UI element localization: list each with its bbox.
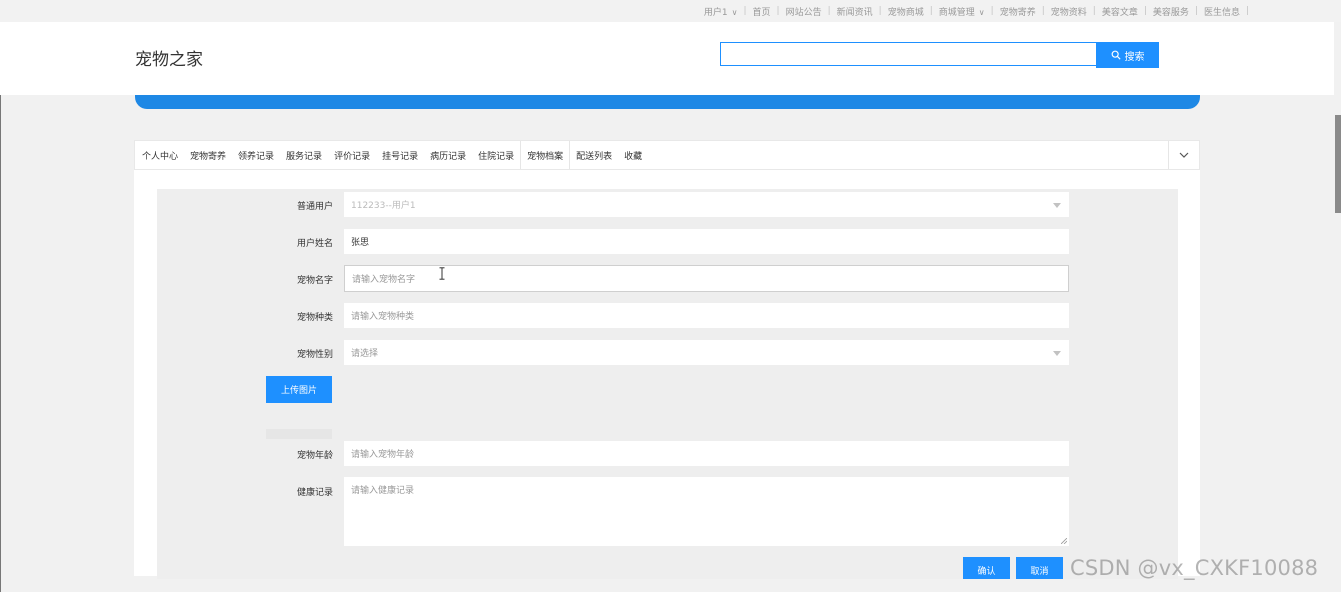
scrollbar-thumb[interactable] [1335, 115, 1341, 213]
nav-foster[interactable]: 宠物寄养 [994, 5, 1042, 18]
scrollbar-track[interactable] [1334, 22, 1341, 592]
user-menu[interactable]: 用户1 ∨ [698, 5, 744, 18]
tab-delivery-list[interactable]: 配送列表 [570, 141, 618, 169]
pet-age-input[interactable]: 请输入宠物年龄 [344, 441, 1069, 466]
health-record-label: 健康记录 [296, 488, 333, 498]
pet-age-label: 宠物年龄 [296, 451, 333, 461]
tab-bar: 个人中心 宠物寄养 领养记录 服务记录 评价记录 挂号记录 病历记录 住院记录 … [134, 140, 1200, 170]
pet-name-input[interactable]: 请输入宠物名字 [344, 265, 1069, 292]
nav-mall[interactable]: 宠物商城 [882, 5, 930, 18]
username-field[interactable]: 张思 [344, 229, 1069, 254]
health-record-placeholder: 请输入健康记录 [351, 486, 415, 496]
nav-mall-manage[interactable]: 商城管理 ∨ [933, 5, 991, 18]
site-title[interactable]: 宠物之家 [135, 45, 203, 70]
confirm-button[interactable]: 确认 [963, 557, 1010, 579]
banner-strip [135, 95, 1200, 109]
tab-registration-records[interactable]: 挂号记录 [376, 141, 424, 169]
pet-type-label: 宠物种类 [296, 313, 333, 323]
watermark: CSDN @vx_CXKF10088 [1070, 556, 1319, 580]
nav-home[interactable]: 首页 [747, 5, 777, 18]
pet-gender-placeholder: 请选择 [351, 349, 379, 359]
user-menu-label: 用户1 [703, 7, 728, 18]
search-button-label: 搜索 [1124, 51, 1145, 63]
nav-mall-manage-label: 商城管理 [938, 7, 975, 18]
username-label: 用户姓名 [296, 239, 333, 249]
pet-name-label: 宠物名字 [296, 276, 333, 286]
caret-down-icon [1053, 351, 1061, 356]
upload-image-button[interactable]: 上传图片 [266, 376, 332, 403]
search-button[interactable]: 搜索 [1096, 42, 1159, 68]
divider: | [1245, 6, 1249, 16]
pet-gender-label: 宠物性别 [296, 350, 333, 360]
tab-pet-archive[interactable]: 宠物档案 [520, 141, 571, 169]
search-icon [1111, 50, 1121, 60]
header: 宠物之家 搜索 [0, 22, 1341, 95]
tab-adoption-records[interactable]: 领养记录 [232, 141, 280, 169]
chevron-down-icon: ∨ [978, 7, 985, 17]
text-cursor-icon [439, 267, 445, 280]
tab-hospital-records[interactable]: 住院记录 [472, 141, 520, 169]
user-select[interactable]: 112233--用户1 [344, 192, 1069, 217]
tab-review-records[interactable]: 评价记录 [328, 141, 376, 169]
caret-down-icon [1053, 203, 1061, 208]
tab-more-button[interactable] [1168, 141, 1199, 169]
search-input[interactable] [720, 42, 1096, 66]
pet-type-input[interactable]: 请输入宠物种类 [344, 303, 1069, 328]
nav-doctor[interactable]: 医生信息 [1198, 5, 1246, 18]
nav-notice[interactable]: 网站公告 [780, 5, 828, 18]
tab-favorites[interactable]: 收藏 [618, 141, 648, 169]
tab-service-records[interactable]: 服务记录 [280, 141, 328, 169]
cancel-button[interactable]: 取消 [1016, 557, 1063, 579]
tab-list: 个人中心 宠物寄养 领养记录 服务记录 评价记录 挂号记录 病历记录 住院记录 … [136, 141, 648, 169]
nav-news[interactable]: 新闻资讯 [831, 5, 879, 18]
user-select-value: 112233--用户1 [351, 201, 416, 211]
health-record-textarea[interactable]: 请输入健康记录 [344, 477, 1069, 546]
tab-personal-center[interactable]: 个人中心 [136, 141, 184, 169]
image-preview [266, 429, 332, 439]
pet-gender-select[interactable]: 请选择 [344, 340, 1069, 365]
top-nav: 用户1 ∨ | 首页 | 网站公告 | 新闻资讯 | 宠物商城 | 商城管理 ∨ |… [698, 0, 1249, 22]
pet-name-placeholder: 请输入宠物名字 [352, 275, 416, 285]
tab-medical-records[interactable]: 病历记录 [424, 141, 472, 169]
nav-beauty-article[interactable]: 美容文章 [1096, 5, 1144, 18]
resize-handle-icon[interactable] [1061, 538, 1067, 544]
top-bar: 用户1 ∨ | 首页 | 网站公告 | 新闻资讯 | 宠物商城 | 商城管理 ∨ |… [0, 0, 1341, 22]
chevron-down-icon: ∨ [731, 7, 738, 17]
user-label: 普通用户 [296, 202, 333, 212]
chevron-down-icon [1179, 152, 1189, 158]
nav-beauty-service[interactable]: 美容服务 [1147, 5, 1195, 18]
nav-pet-info[interactable]: 宠物资料 [1045, 5, 1093, 18]
tab-pet-foster[interactable]: 宠物寄养 [184, 141, 232, 169]
